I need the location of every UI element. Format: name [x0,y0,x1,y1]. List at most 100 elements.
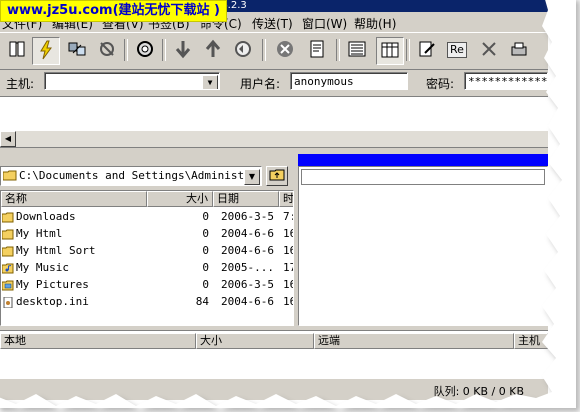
host-dropdown-button[interactable]: ▼ [202,75,218,89]
menu-transfer[interactable]: 传送(T) [252,15,293,32]
file-name: Downloads [16,210,76,223]
local-view-button[interactable] [344,37,370,63]
file-name: My Music [16,261,69,274]
remote-view-icon [380,40,400,63]
file-time: 16 [283,278,293,291]
menu-help[interactable]: 帮助(H) [354,15,396,32]
file-date: 2006-3-5 [221,278,274,291]
bookmarks-button[interactable] [4,37,30,63]
toolbar-separator [336,39,340,61]
toolbar-separator [124,39,128,61]
app-window: TP 4.2.3 www.jz5u.com(建站无忧下载站 ) 文件(F) 编辑… [0,0,548,400]
file-size: 0 [202,244,209,257]
file-size: 0 [202,278,209,291]
remote-pane [298,154,548,326]
delete-icon [479,39,499,62]
find-icon [135,39,155,62]
file-row[interactable]: desktop.ini 84 2004-6-6 16 [1,293,293,310]
queue-header-size[interactable]: 大小 [196,333,314,349]
file-date: 2004-6-6 [221,227,274,240]
queue-status: 队列: 0 KB / 0 KB [433,385,524,398]
log-icon [307,39,327,62]
username-label: 用户名: [240,77,281,91]
download-icon [173,39,193,62]
column-header-size[interactable]: 大小 [147,191,213,207]
password-input[interactable]: ************* [464,72,548,90]
file-date: 2004-6-6 [221,295,274,308]
file-size: 0 [202,261,209,274]
connect-button[interactable] [64,37,90,63]
queue-header-remote[interactable]: 远端 [314,333,514,349]
chevron-down-icon: ▼ [207,78,213,87]
local-path-text: C:\Documents and Settings\Administrato [19,169,245,182]
properties-icon [509,39,529,62]
bookmarks-icon [7,39,27,62]
menu-window[interactable]: 窗口(W) [302,15,347,32]
stop-icon [275,39,295,62]
quick-connect-button[interactable] [32,37,60,65]
column-header-time[interactable]: 时 [279,191,293,207]
file-time: 16 [283,244,293,257]
scroll-left-button[interactable]: ◀ [0,131,16,147]
file-row[interactable]: My Pictures 0 2006-3-5 16 [1,276,293,293]
watermark-banner: www.jz5u.com(建站无忧下载站 ) [0,0,227,22]
refresh-icon [233,39,253,62]
username-input[interactable]: anonymous [290,72,408,90]
file-time: 7: [283,210,293,223]
password-label: 密码: [426,77,455,91]
folder-icon [2,170,17,181]
toolbar-separator [262,39,266,61]
chevron-left-icon: ◀ [4,134,12,143]
delete-button[interactable] [476,37,502,63]
remote-path-field[interactable] [301,169,545,185]
local-view-icon [347,39,367,62]
settings-file-icon [2,296,14,309]
edit-button[interactable] [414,37,440,63]
local-path-combo[interactable]: C:\Documents and Settings\Administrato ▼ [0,166,262,186]
file-date: 2005-... [221,261,274,274]
find-button[interactable] [132,37,158,63]
path-dropdown-button[interactable]: ▼ [244,169,260,185]
music-folder-icon [1,262,14,274]
file-row[interactable]: Downloads 0 2006-3-5 7: [1,208,293,225]
window-title: TP 4.2.3 [200,0,548,12]
stop-button[interactable] [272,37,298,63]
download-button[interactable] [170,37,196,63]
toolbar-separator [406,39,410,61]
queue-header-host[interactable]: 主机 [514,333,548,349]
quick-connect-icon [36,40,56,63]
file-name: My Pictures [16,278,89,291]
file-name: My Html [16,227,63,240]
disconnect-button[interactable] [94,37,120,63]
file-date: 2004-6-6 [221,244,274,257]
local-file-list[interactable]: 名称 大小 日期 时 Downloads 0 2006-3-5 7: My Ht… [0,190,294,326]
file-row[interactable]: My Html 0 2004-6-6 16 [1,225,293,242]
log-area[interactable] [0,96,548,131]
log-button[interactable] [304,37,330,63]
properties-button[interactable] [506,37,532,63]
queue-header-local[interactable]: 本地 [0,333,196,349]
file-name: My Html Sort [16,244,96,257]
file-size: 84 [195,295,209,308]
host-input[interactable]: ▼ [44,72,220,90]
file-row[interactable]: My Html Sort 0 2004-6-6 16 [1,242,293,259]
column-header-name[interactable]: 名称 [1,191,147,207]
column-header-date[interactable]: 日期 [213,191,279,207]
folder-icon [1,228,14,240]
parent-folder-button[interactable] [266,166,288,186]
refresh-button[interactable] [230,37,256,63]
file-size: 0 [202,227,209,240]
folder-up-icon [269,168,285,184]
rename-button[interactable]: Re [444,37,470,63]
pictures-folder-icon [1,279,14,291]
file-row[interactable]: My Music 0 2005-... 17 [1,259,293,276]
edit-icon [417,39,437,62]
connection-bar: 主机: ▼ 用户名: anonymous 密码: ************* [0,69,548,95]
remote-pane-titlebar [298,154,548,166]
connect-icon [67,39,87,62]
upload-button[interactable] [200,37,226,63]
log-horizontal-scrollbar[interactable]: ◀ [0,131,548,148]
remote-file-list[interactable] [298,166,548,326]
host-label: 主机: [6,77,35,91]
remote-view-button[interactable] [376,37,404,65]
